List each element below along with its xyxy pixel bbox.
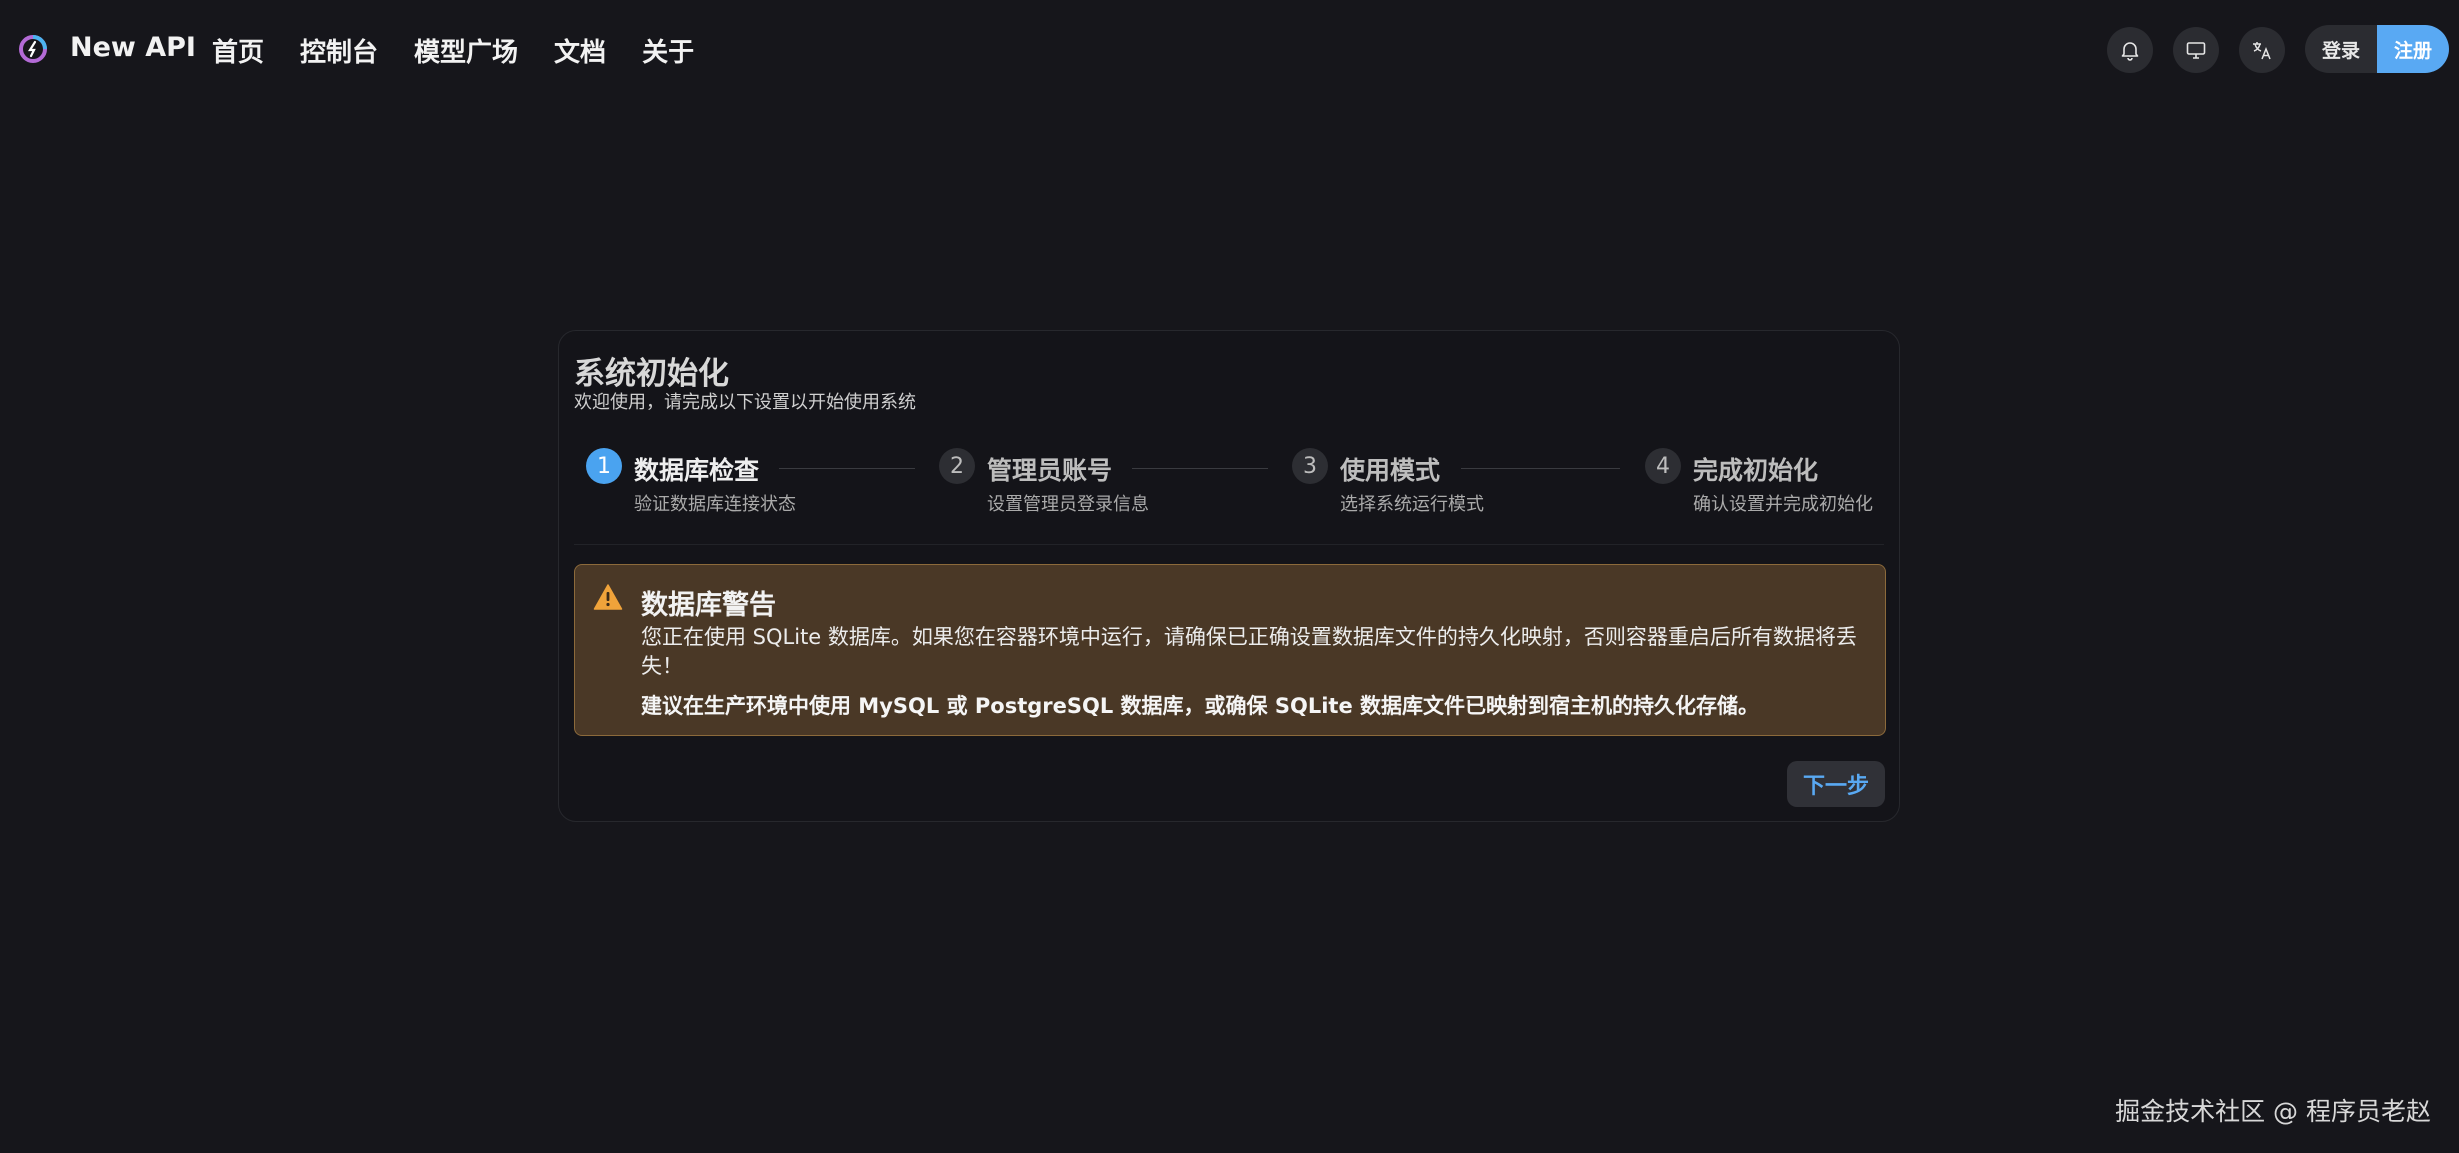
setup-card: 系统初始化 欢迎使用，请完成以下设置以开始使用系统 1 数据库检查 验证数据库连… bbox=[558, 330, 1900, 822]
step-number: 4 bbox=[1645, 448, 1681, 484]
translate-icon bbox=[2253, 42, 2271, 60]
step-description: 设置管理员登录信息 bbox=[987, 494, 1149, 515]
nav-about[interactable]: 关于 bbox=[642, 32, 694, 69]
alert-title: 数据库警告 bbox=[641, 590, 776, 621]
nav-model-square[interactable]: 模型广场 bbox=[414, 32, 518, 69]
login-button[interactable]: 登录 bbox=[2305, 25, 2378, 73]
setup-title: 系统初始化 bbox=[574, 356, 729, 392]
setup-subtitle: 欢迎使用，请完成以下设置以开始使用系统 bbox=[574, 392, 916, 413]
step-label: 管理员账号 bbox=[987, 456, 1113, 485]
next-step-button[interactable]: 下一步 bbox=[1787, 761, 1885, 807]
alert-body: 您正在使用 SQLite 数据库。如果您在容器环境中运行，请确保已正确设置数据库… bbox=[641, 625, 1857, 678]
watermark: 掘金技术社区 @ 程序员老赵 bbox=[2115, 1097, 2431, 1126]
warning-icon bbox=[593, 584, 623, 610]
theme-button[interactable] bbox=[2173, 27, 2219, 73]
register-button[interactable]: 注册 bbox=[2377, 25, 2450, 73]
nav-console[interactable]: 控制台 bbox=[300, 32, 378, 69]
language-button[interactable] bbox=[2239, 27, 2285, 73]
step-connector bbox=[1132, 468, 1268, 469]
top-bar: New API 首页 控制台 模型广场 文档 关于 登录 注册 bbox=[0, 0, 2459, 100]
monitor-icon bbox=[2186, 42, 2206, 59]
nav-home[interactable]: 首页 bbox=[212, 32, 264, 69]
step-connector bbox=[779, 468, 915, 469]
step-description: 选择系统运行模式 bbox=[1340, 494, 1484, 515]
brand-name[interactable]: New API bbox=[70, 32, 196, 63]
step-description: 确认设置并完成初始化 bbox=[1693, 494, 1873, 515]
database-warning-alert: 数据库警告 您正在使用 SQLite 数据库。如果您在容器环境中运行，请确保已正… bbox=[574, 564, 1886, 736]
step-label: 数据库检查 bbox=[634, 456, 760, 485]
step-number: 2 bbox=[939, 448, 975, 484]
divider bbox=[574, 544, 1884, 545]
alert-recommendation: 建议在生产环境中使用 MySQL 或 PostgreSQL 数据库，或确保 SQ… bbox=[641, 694, 1759, 718]
main-nav: 首页 控制台 模型广场 文档 关于 bbox=[212, 32, 730, 69]
step-connector bbox=[1461, 468, 1620, 469]
auth-group: 登录 注册 bbox=[2305, 25, 2450, 73]
notifications-button[interactable] bbox=[2107, 27, 2153, 73]
step-number: 3 bbox=[1292, 448, 1328, 484]
step-description: 验证数据库连接状态 bbox=[634, 494, 796, 515]
bell-icon bbox=[2121, 42, 2139, 61]
step-label: 使用模式 bbox=[1340, 456, 1441, 485]
step-label: 完成初始化 bbox=[1693, 456, 1819, 485]
logo-icon[interactable] bbox=[18, 34, 48, 64]
step-number: 1 bbox=[586, 448, 622, 484]
nav-docs[interactable]: 文档 bbox=[554, 32, 606, 69]
